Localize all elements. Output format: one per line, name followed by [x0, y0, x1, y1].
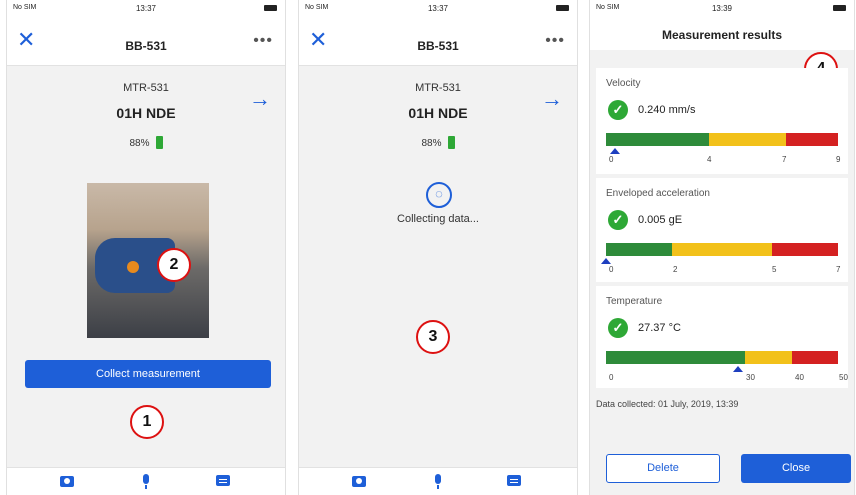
check-icon: ✓	[608, 318, 628, 338]
annotation-marker-3: 3	[416, 320, 450, 354]
collect-measurement-button[interactable]: Collect measurement	[25, 360, 271, 388]
close-button[interactable]: Close	[741, 454, 851, 483]
enveloped-value: 0.005 gE	[638, 214, 683, 226]
collecting-status: Collecting data...	[397, 213, 479, 225]
annotation-marker-2: 2	[157, 248, 191, 282]
temperature-card: Temperature ✓ 27.37 °C 0 30 40 50	[596, 286, 848, 388]
navigation-bar: ✕ BB-531 •••	[7, 16, 285, 66]
data-collected-timestamp: Data collected: 01 July, 2019, 13:39	[596, 399, 739, 409]
tick-label: 7	[782, 155, 787, 164]
tick-label: 9	[836, 155, 841, 164]
tab-bar	[7, 467, 285, 495]
velocity-value: 0.240 mm/s	[638, 104, 696, 116]
status-time: 13:37	[135, 4, 157, 13]
measurement-point-name: 01H NDE	[408, 105, 468, 121]
more-options-icon[interactable]: •••	[545, 32, 565, 50]
chat-icon	[216, 475, 230, 486]
navigation-bar: Measurement results	[590, 16, 854, 50]
battery-percent: 88%	[129, 138, 150, 149]
tick-label: 5	[772, 265, 777, 274]
tab-bar	[299, 467, 577, 495]
navigation-bar: ✕ BB-531 •••	[299, 16, 577, 66]
asset-name: MTR-531	[415, 82, 461, 94]
temperature-pointer	[733, 366, 743, 372]
tab-voice[interactable]	[138, 473, 154, 489]
battery-icon	[447, 136, 455, 149]
enveloped-acceleration-card: Enveloped acceleration ✓ 0.005 gE 0 2 5 …	[596, 178, 848, 282]
temperature-scale	[606, 351, 838, 364]
tick-label: 50	[839, 373, 848, 382]
microphone-icon	[435, 474, 441, 489]
tick-label: 0	[609, 373, 614, 382]
measurement-point-name: 01H NDE	[116, 105, 176, 121]
tab-camera[interactable]	[59, 473, 75, 489]
sensor-battery: 88%	[7, 136, 285, 149]
tick-label: 4	[707, 155, 712, 164]
camera-icon	[60, 476, 74, 487]
tick-label: 7	[836, 265, 841, 274]
velocity-card: Velocity ✓ 0.240 mm/s 0 4 7 9	[596, 68, 848, 174]
tick-label: 0	[609, 265, 614, 274]
battery-icon	[155, 136, 163, 149]
status-battery-icon	[833, 5, 846, 11]
status-bar: No SIM 13:37	[299, 0, 577, 16]
tick-label: 30	[746, 373, 755, 382]
tab-camera[interactable]	[351, 473, 367, 489]
sensor-location-dot	[127, 261, 139, 273]
enveloped-scale	[606, 243, 838, 256]
temperature-label: Temperature	[606, 296, 663, 307]
velocity-pointer	[610, 148, 620, 154]
delete-button[interactable]: Delete	[606, 454, 720, 483]
machine-photo[interactable]	[87, 183, 209, 338]
screen-results: No SIM 13:39 Measurement results 4 Veloc…	[589, 0, 855, 495]
enveloped-pointer	[601, 258, 611, 264]
page-title: BB-531	[417, 39, 459, 53]
status-time: 13:39	[711, 4, 733, 13]
status-battery-icon	[264, 5, 277, 11]
collect-data-icon: ◌	[426, 182, 452, 208]
tab-notes[interactable]	[506, 473, 522, 489]
velocity-scale	[606, 133, 838, 146]
enveloped-label: Enveloped acceleration	[606, 188, 710, 199]
chat-icon	[507, 475, 521, 486]
screen-collecting: No SIM 13:37 ✕ BB-531 ••• MTR-531 → 01H …	[298, 0, 578, 495]
page-title: BB-531	[125, 39, 167, 53]
check-icon: ✓	[608, 210, 628, 230]
page-title: Measurement results	[661, 28, 783, 42]
temperature-value: 27.37 °C	[638, 322, 681, 334]
tab-voice[interactable]	[430, 473, 446, 489]
status-bar: No SIM 13:39	[590, 0, 854, 16]
tab-notes[interactable]	[215, 473, 231, 489]
tick-label: 0	[609, 155, 614, 164]
battery-percent: 88%	[421, 138, 442, 149]
screen-measurement-point: No SIM 13:37 ✕ BB-531 ••• MTR-531 → 01H …	[6, 0, 286, 495]
annotation-marker-1: 1	[130, 405, 164, 439]
microphone-icon	[143, 474, 149, 489]
velocity-label: Velocity	[606, 78, 641, 89]
tick-label: 40	[795, 373, 804, 382]
tick-label: 2	[673, 265, 678, 274]
asset-name: MTR-531	[123, 82, 169, 94]
status-bar: No SIM 13:37	[7, 0, 285, 16]
camera-icon	[352, 476, 366, 487]
sensor-battery: 88%	[299, 136, 577, 149]
more-options-icon[interactable]: •••	[253, 32, 273, 50]
check-icon: ✓	[608, 100, 628, 120]
status-time: 13:37	[427, 4, 449, 13]
status-battery-icon	[556, 5, 569, 11]
